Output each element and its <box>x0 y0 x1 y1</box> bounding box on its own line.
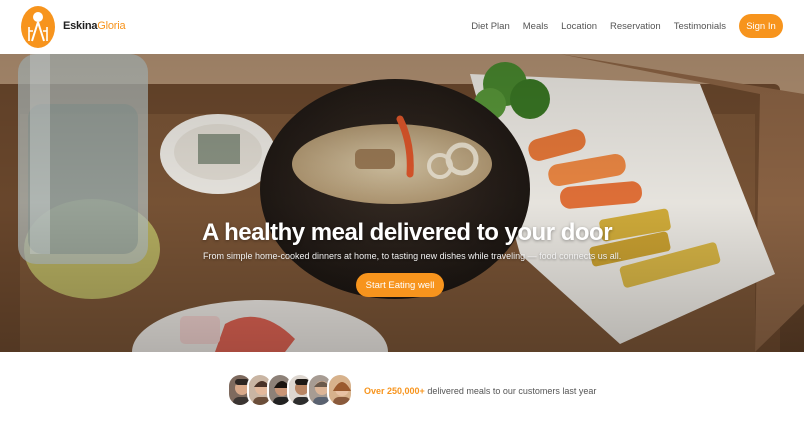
stats-section: Over 250,000+ delivered meals to our cus… <box>0 352 804 448</box>
delivered-meals-count: Over 250,000+ <box>364 386 425 396</box>
delivered-meals-stat: Over 250,000+ delivered meals to our cus… <box>364 386 596 396</box>
brand-name[interactable]: EskinaGloria <box>63 20 126 32</box>
start-eating-button[interactable]: Start Eating well <box>356 273 444 297</box>
brand-name-part1: Eskina <box>63 20 98 32</box>
customer-avatars <box>227 373 353 407</box>
navbar: EskinaGloria Diet Plan Meals Location Re… <box>0 0 804 54</box>
delivered-meals-text: delivered meals to our customers last ye… <box>424 386 597 396</box>
hero-title: A healthy meal delivered to your door <box>202 219 613 246</box>
nav-link-meals[interactable]: Meals <box>523 21 548 32</box>
logo-icon[interactable] <box>20 5 56 49</box>
hero-subtitle: From simple home-cooked dinners at home,… <box>203 251 622 261</box>
nav-link-diet-plan[interactable]: Diet Plan <box>471 21 510 32</box>
nav-link-location[interactable]: Location <box>561 21 597 32</box>
nav-link-reservation[interactable]: Reservation <box>610 21 661 32</box>
nav-links: Diet Plan Meals Location Reservation Tes… <box>471 21 726 32</box>
hero-background-image <box>0 54 804 352</box>
sign-in-button[interactable]: Sign In <box>739 14 783 38</box>
hero-section: A healthy meal delivered to your door Fr… <box>0 54 804 352</box>
nav-link-testimonials[interactable]: Testimonials <box>674 21 726 32</box>
brand-name-part2: Gloria <box>97 20 126 32</box>
avatar <box>327 373 353 407</box>
